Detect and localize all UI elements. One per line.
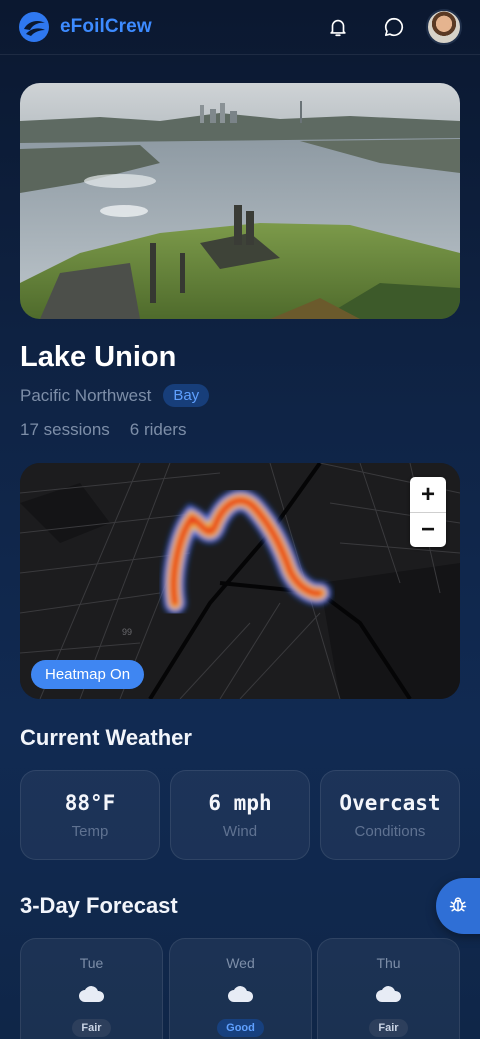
forecast-heading: 3-Day Forecast — [20, 893, 178, 918]
weather-value: 6 mph — [208, 790, 272, 815]
weather-label: Conditions — [354, 822, 426, 840]
forecast-card-tue[interactable]: Tue Fair — [20, 938, 163, 1039]
zoom-in-button[interactable]: + — [410, 477, 446, 512]
forecast-day: Thu — [376, 955, 401, 971]
riders-count: 6 riders — [129, 420, 187, 439]
spot-type-badge[interactable]: Bay — [163, 384, 210, 407]
user-avatar[interactable] — [426, 9, 462, 45]
bug-report-button[interactable] — [436, 878, 480, 934]
forecast-card-thu[interactable]: Thu Fair — [317, 938, 460, 1039]
weather-label: Temp — [71, 822, 109, 840]
zoom-out-button[interactable]: − — [410, 512, 446, 547]
cloud-icon — [375, 985, 403, 1003]
forecast-rating-badge: Good — [217, 1019, 264, 1037]
weather-value: 88°F — [64, 790, 116, 815]
forecast-rating-badge: Fair — [72, 1019, 111, 1037]
bug-icon — [448, 894, 468, 919]
heatmap-map[interactable]: 99 + − Heatmap On — [20, 463, 460, 699]
sessions-count: 17 sessions — [20, 420, 110, 439]
bell-icon[interactable] — [326, 15, 350, 39]
forecast-rating-badge: Fair — [369, 1019, 408, 1037]
spot-stats: 17 sessions 6 riders — [20, 420, 186, 440]
spot-meta-row: Pacific Northwest Bay — [20, 384, 210, 407]
map-zoom-control: + − — [410, 477, 446, 547]
forecast-day: Wed — [226, 955, 255, 971]
app-header: eFoilCrew — [0, 0, 480, 55]
heatmap-toggle-button[interactable]: Heatmap On — [31, 660, 145, 689]
weather-label: Wind — [222, 822, 258, 840]
spot-hero-image — [20, 83, 460, 319]
spot-title: Lake Union — [20, 341, 177, 373]
brand-name[interactable]: eFoilCrew — [60, 16, 152, 38]
weather-card-wind: 6 mph Wind — [170, 770, 310, 860]
chat-bubble-icon[interactable] — [382, 15, 406, 39]
spot-region: Pacific Northwest — [20, 385, 152, 405]
cloud-icon — [227, 985, 255, 1003]
forecast-day: Tue — [79, 955, 104, 971]
cloud-icon — [78, 985, 106, 1003]
weather-value: Overcast — [339, 790, 441, 815]
forecast-card-wed[interactable]: Wed Good — [169, 938, 312, 1039]
weather-heading: Current Weather — [20, 725, 192, 750]
map-road-label: 99 — [122, 627, 132, 637]
weather-card-conditions: Overcast Conditions — [320, 770, 460, 860]
logo-icon[interactable] — [18, 11, 50, 43]
weather-card-temp: 88°F Temp — [20, 770, 160, 860]
